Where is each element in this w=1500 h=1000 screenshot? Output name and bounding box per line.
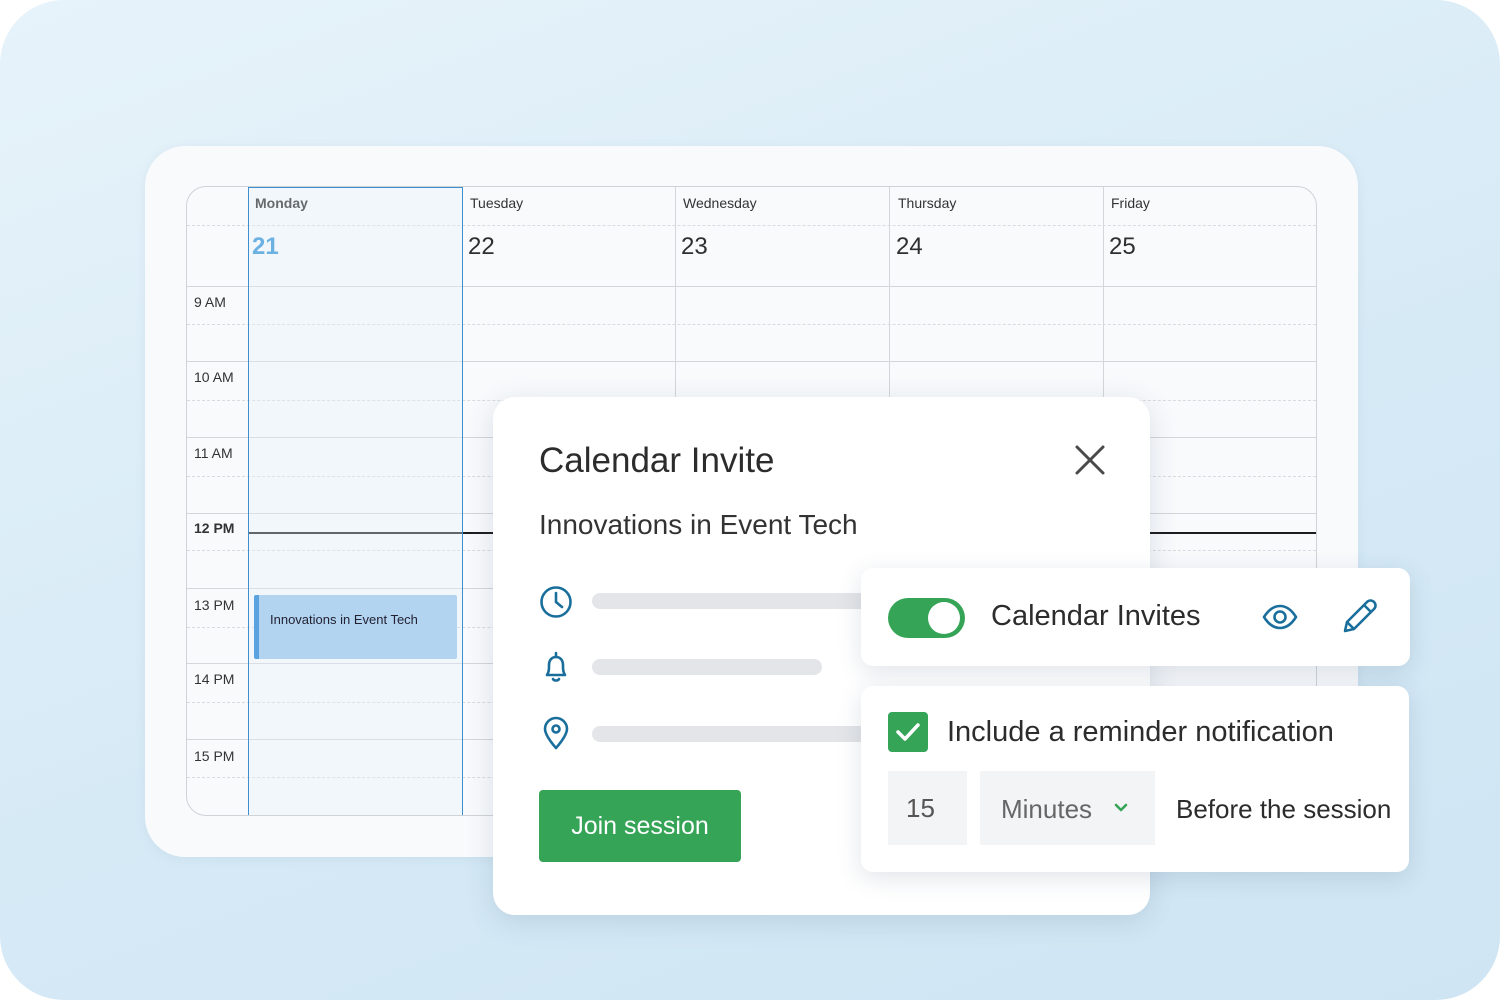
location-placeholder bbox=[592, 726, 872, 742]
time-label: 15 PM bbox=[194, 748, 235, 764]
close-icon[interactable] bbox=[1073, 443, 1107, 477]
time-label: 11 AM bbox=[194, 445, 233, 461]
day-date-wednesday[interactable]: 23 bbox=[681, 233, 708, 261]
modal-title: Calendar Invite bbox=[539, 441, 775, 480]
time-label: 9 AM bbox=[194, 294, 226, 310]
reminder-settings-card: Include a reminder notification Minutes … bbox=[861, 686, 1409, 872]
time-label: 14 PM bbox=[194, 671, 235, 687]
clock-icon bbox=[540, 586, 572, 618]
time-label-current: 12 PM bbox=[194, 520, 235, 536]
reminder-suffix-label: Before the session bbox=[1176, 794, 1392, 824]
day-date-friday[interactable]: 25 bbox=[1109, 233, 1136, 261]
bell-icon bbox=[545, 651, 567, 682]
reminder-unit-value: Minutes bbox=[1001, 794, 1093, 824]
reminder-checkbox[interactable] bbox=[888, 712, 928, 752]
reminder-unit-select[interactable]: Minutes bbox=[980, 771, 1155, 845]
session-name: Innovations in Event Tech bbox=[539, 509, 858, 540]
day-date-thursday[interactable]: 24 bbox=[896, 233, 923, 261]
calendar-invites-label: Calendar Invites bbox=[991, 600, 1201, 632]
reminder-placeholder bbox=[592, 659, 822, 675]
reminder-label: Include a reminder notification bbox=[947, 716, 1334, 748]
calendar-invites-toggle[interactable] bbox=[888, 598, 965, 638]
day-date-tuesday[interactable]: 22 bbox=[468, 233, 495, 261]
day-header-friday[interactable]: Friday bbox=[1111, 195, 1150, 211]
checkmark-icon bbox=[896, 723, 920, 741]
calendar-event[interactable]: Innovations in Event Tech bbox=[254, 595, 457, 659]
day-header-thursday[interactable]: Thursday bbox=[898, 195, 956, 211]
eye-icon[interactable] bbox=[1261, 598, 1299, 636]
chevron-down-icon bbox=[1114, 803, 1128, 812]
background: Monday Tuesday Wednesday Thursday Friday… bbox=[0, 0, 1500, 1000]
pencil-icon[interactable] bbox=[1340, 596, 1378, 636]
calendar-invites-setting: Calendar Invites bbox=[861, 568, 1410, 666]
toggle-knob bbox=[928, 602, 960, 634]
time-placeholder bbox=[592, 593, 872, 609]
time-label: 13 PM bbox=[194, 597, 235, 613]
selected-day-column[interactable] bbox=[248, 187, 463, 815]
join-session-button[interactable]: Join session bbox=[539, 790, 741, 862]
reminder-amount-input[interactable] bbox=[888, 771, 967, 845]
location-pin-icon bbox=[543, 716, 569, 750]
time-label: 10 AM bbox=[194, 369, 234, 385]
day-header-tuesday[interactable]: Tuesday bbox=[470, 195, 523, 211]
day-header-wednesday[interactable]: Wednesday bbox=[683, 195, 757, 211]
